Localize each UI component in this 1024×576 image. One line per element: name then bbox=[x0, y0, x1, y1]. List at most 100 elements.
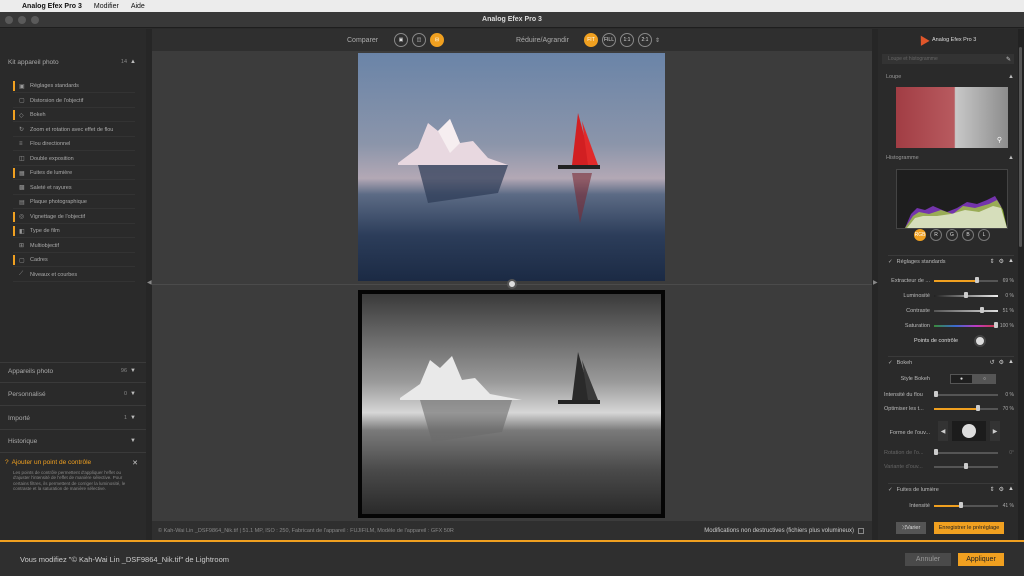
section-history[interactable]: Historique ▼ bbox=[8, 436, 136, 446]
kit-section-header[interactable]: Kit appareil photo 14 ▲ bbox=[8, 57, 136, 67]
menu-modifier[interactable]: Modifier bbox=[94, 3, 119, 10]
filter-item[interactable]: ▤ Plaque photographique bbox=[13, 196, 135, 209]
checkmark-icon[interactable]: ✓ bbox=[888, 259, 893, 265]
bokeh-style-option-2[interactable]: ○ bbox=[973, 374, 996, 384]
gear-icon[interactable]: ⚙ bbox=[999, 359, 1004, 366]
channel-r-button[interactable]: R bbox=[930, 229, 942, 241]
compare-split-button[interactable]: ◫ bbox=[412, 33, 426, 47]
filter-item[interactable]: ▦ Fuites de lumière bbox=[13, 167, 135, 180]
slider-track[interactable] bbox=[934, 277, 998, 283]
slider-knob[interactable] bbox=[964, 463, 968, 469]
zoom-2-1-button[interactable]: 2:1 bbox=[638, 33, 652, 47]
active-indicator bbox=[13, 270, 15, 280]
slider-knob[interactable] bbox=[958, 502, 963, 508]
vary-button[interactable]: ⤨ Varier bbox=[896, 522, 926, 534]
chevron-up-icon[interactable]: ▲ bbox=[1008, 258, 1014, 265]
zoom-stepper-icon[interactable]: ⇕ bbox=[655, 37, 660, 44]
next-shape-button[interactable]: ▶ bbox=[990, 421, 1000, 441]
zoom-fill-button[interactable]: FILL bbox=[602, 33, 616, 47]
menu-app-name[interactable]: Analog Efex Pro 3 bbox=[22, 3, 82, 10]
zoom-1-1-button[interactable]: 1:1 bbox=[620, 33, 634, 47]
cancel-button[interactable]: Annuler bbox=[905, 553, 951, 566]
compare-single-button[interactable]: ▣ bbox=[394, 33, 408, 47]
apply-button[interactable]: Appliquer bbox=[958, 553, 1004, 566]
slider-knob[interactable] bbox=[976, 405, 980, 411]
channel-g-button[interactable]: G bbox=[946, 229, 958, 241]
filter-header-standard[interactable]: ✓ Réglages standards ⇕ ⚙ ▲ bbox=[888, 255, 1014, 267]
prev-shape-button[interactable]: ◀ bbox=[938, 421, 948, 441]
slider-track[interactable] bbox=[934, 405, 998, 411]
histogram-channels: RGB R G B L bbox=[914, 229, 990, 241]
slider-knob[interactable] bbox=[979, 307, 984, 313]
loupe-preview[interactable]: ⚲ bbox=[896, 87, 1008, 148]
save-preset-button[interactable]: Enregistrer le préréglage bbox=[934, 522, 1004, 534]
stepper-icon[interactable]: ⇕ bbox=[990, 486, 995, 493]
chevron-up-icon[interactable]: ▲ bbox=[1008, 359, 1014, 366]
section-cameras[interactable]: Appareils photo 96 ▼ bbox=[8, 366, 136, 376]
filter-item[interactable]: ◇ Bokeh bbox=[13, 109, 135, 122]
zoom-fit-button[interactable]: FIT bbox=[584, 33, 598, 47]
filter-item[interactable]: ◎ Vignettage de l'objectif bbox=[13, 211, 135, 224]
section-custom[interactable]: Personnalisé 0 ▼ bbox=[8, 389, 136, 399]
histogram-header[interactable]: Histogramme ▲ bbox=[886, 153, 1014, 163]
gear-icon[interactable]: ⚙ bbox=[999, 486, 1004, 493]
channel-l-button[interactable]: L bbox=[978, 229, 990, 241]
filter-item[interactable]: ▢ Cadres bbox=[13, 254, 135, 267]
slider-track[interactable] bbox=[934, 307, 998, 313]
filter-item[interactable]: ⊞ Multiobjectif bbox=[13, 240, 135, 253]
filter-item[interactable]: ↻ Zoom et rotation avec effet de flou bbox=[13, 124, 135, 137]
zoom-label: Réduire/Agrandir bbox=[516, 36, 569, 44]
slider-track[interactable] bbox=[934, 449, 998, 455]
pin-icon[interactable]: ✎ bbox=[1006, 56, 1011, 63]
filter-item[interactable]: ⟋ Niveaux et courbes bbox=[13, 269, 135, 282]
close-window-button[interactable] bbox=[5, 16, 13, 24]
pin-icon[interactable]: ⚲ bbox=[997, 136, 1002, 144]
minimize-window-button[interactable] bbox=[18, 16, 26, 24]
filter-item[interactable]: ◧ Type de film bbox=[13, 225, 135, 238]
add-control-point-button[interactable] bbox=[974, 335, 987, 347]
slider-knob[interactable] bbox=[934, 449, 938, 455]
original-image[interactable] bbox=[358, 53, 665, 281]
filter-item[interactable]: ▣ Réglages standards bbox=[13, 80, 135, 93]
slider-row: Intensité du flou 0 % bbox=[884, 389, 1014, 401]
slider-row: Contraste 51 % bbox=[884, 305, 1014, 317]
slider-knob[interactable] bbox=[934, 391, 938, 397]
loupe-header[interactable]: Loupe ▲ bbox=[886, 72, 1014, 82]
right-panel-scrollbar[interactable] bbox=[1018, 29, 1024, 540]
slider-track[interactable] bbox=[934, 322, 998, 328]
kit-section-title: Kit appareil photo bbox=[8, 58, 59, 66]
gear-icon[interactable]: ⚙ bbox=[999, 258, 1004, 265]
filter-header-light-leaks[interactable]: ✓ Fuites de lumière ⇕ ⚙ ▲ bbox=[888, 483, 1014, 495]
compare-stacked-button[interactable]: ⊟ bbox=[430, 33, 444, 47]
filter-item[interactable]: ≡ Flou directionnel bbox=[13, 138, 135, 151]
checkmark-icon[interactable]: ✓ bbox=[888, 487, 893, 493]
filter-header-bokeh[interactable]: ✓ Bokeh ↺ ⚙ ▲ bbox=[888, 356, 1014, 368]
nondestructive-checkbox[interactable] bbox=[858, 527, 864, 534]
filter-item[interactable]: ▩ Saleté et rayures bbox=[13, 182, 135, 195]
filter-item[interactable]: ▢ Distorsion de l'objectif bbox=[13, 95, 135, 108]
slider-track[interactable] bbox=[934, 391, 998, 397]
zoom-window-button[interactable] bbox=[31, 16, 39, 24]
preview-image[interactable] bbox=[358, 290, 665, 518]
slider-track[interactable] bbox=[934, 463, 998, 469]
filter-item[interactable]: ◫ Double exposition bbox=[13, 153, 135, 166]
slider-track[interactable] bbox=[934, 502, 998, 508]
close-icon[interactable]: ✕ bbox=[132, 459, 138, 467]
section-imported[interactable]: Importé 1 ▼ bbox=[8, 413, 136, 423]
menu-aide[interactable]: Aide bbox=[131, 3, 145, 10]
reset-icon[interactable]: ↺ bbox=[990, 359, 995, 366]
panel-search-field[interactable]: Loupe et histogramme ✎ bbox=[882, 54, 1014, 64]
checkmark-icon[interactable]: ✓ bbox=[888, 360, 893, 366]
scrollbar-thumb[interactable] bbox=[1019, 47, 1022, 247]
chevron-up-icon[interactable]: ▲ bbox=[1008, 486, 1014, 493]
slider-knob[interactable] bbox=[994, 322, 998, 328]
slider-knob[interactable] bbox=[964, 292, 968, 298]
bokeh-style-segmented[interactable]: ● ○ bbox=[950, 374, 996, 384]
bokeh-style-option-1[interactable]: ● bbox=[950, 374, 973, 384]
split-handle[interactable] bbox=[507, 279, 517, 289]
channel-rgb-button[interactable]: RGB bbox=[914, 229, 926, 241]
slider-knob[interactable] bbox=[975, 277, 980, 283]
stepper-icon[interactable]: ⇕ bbox=[990, 258, 995, 265]
channel-b-button[interactable]: B bbox=[962, 229, 974, 241]
slider-track[interactable] bbox=[934, 292, 998, 298]
